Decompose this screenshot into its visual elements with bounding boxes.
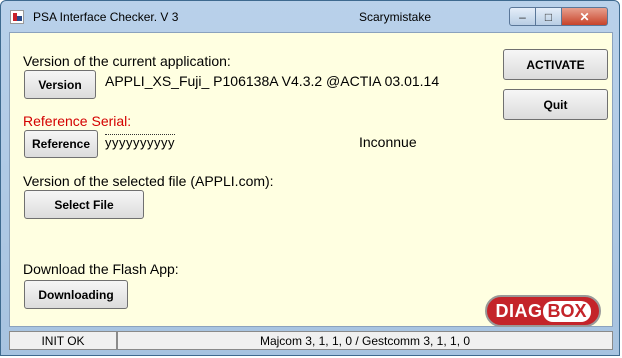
reference-serial-label: Reference Serial: [23, 113, 132, 129]
download-label: Download the Flash App: [23, 261, 179, 277]
status-bar: INIT OK Majcom 3, 1, 1, 0 / Gestcomm 3, … [9, 331, 613, 351]
window-title: PSA Interface Checker. V 3 [33, 10, 179, 24]
reference-serial-value: yyyyyyyyyy [105, 134, 175, 150]
logo-box-text: BOX [543, 300, 591, 322]
maximize-button[interactable]: □ [535, 7, 562, 26]
version-button[interactable]: Version [24, 70, 96, 99]
title-bar[interactable]: PSA Interface Checker. V 3 Scarymistake … [1, 1, 619, 33]
app-icon [10, 10, 24, 24]
diagbox-logo: DIAG BOX [485, 295, 601, 327]
client-area: Version of the current application: Vers… [9, 32, 613, 327]
status-pane-versions: Majcom 3, 1, 1, 0 / Gestcomm 3, 1, 1, 0 [117, 331, 613, 350]
version-value: APPLI_XS_Fuji_ P106138A V4.3.2 @ACTIA 03… [105, 73, 440, 89]
status-pane-init: INIT OK [9, 331, 117, 350]
window-subtitle: Scarymistake [359, 10, 432, 24]
reference-button[interactable]: Reference [24, 130, 98, 158]
quit-button[interactable]: Quit [503, 89, 608, 120]
downloading-button[interactable]: Downloading [24, 280, 128, 309]
reference-status: Inconnue [359, 134, 417, 150]
activate-button[interactable]: ACTIVATE [503, 49, 608, 80]
select-file-button[interactable]: Select File [24, 190, 144, 219]
app-window: PSA Interface Checker. V 3 Scarymistake … [0, 0, 620, 356]
close-button[interactable]: ✕ [561, 7, 608, 26]
minimize-button[interactable]: – [509, 7, 536, 26]
version-label: Version of the current application: [23, 53, 231, 69]
logo-diag-text: DIAG [495, 300, 543, 321]
selected-file-label: Version of the selected file (APPLI.com)… [23, 173, 274, 189]
